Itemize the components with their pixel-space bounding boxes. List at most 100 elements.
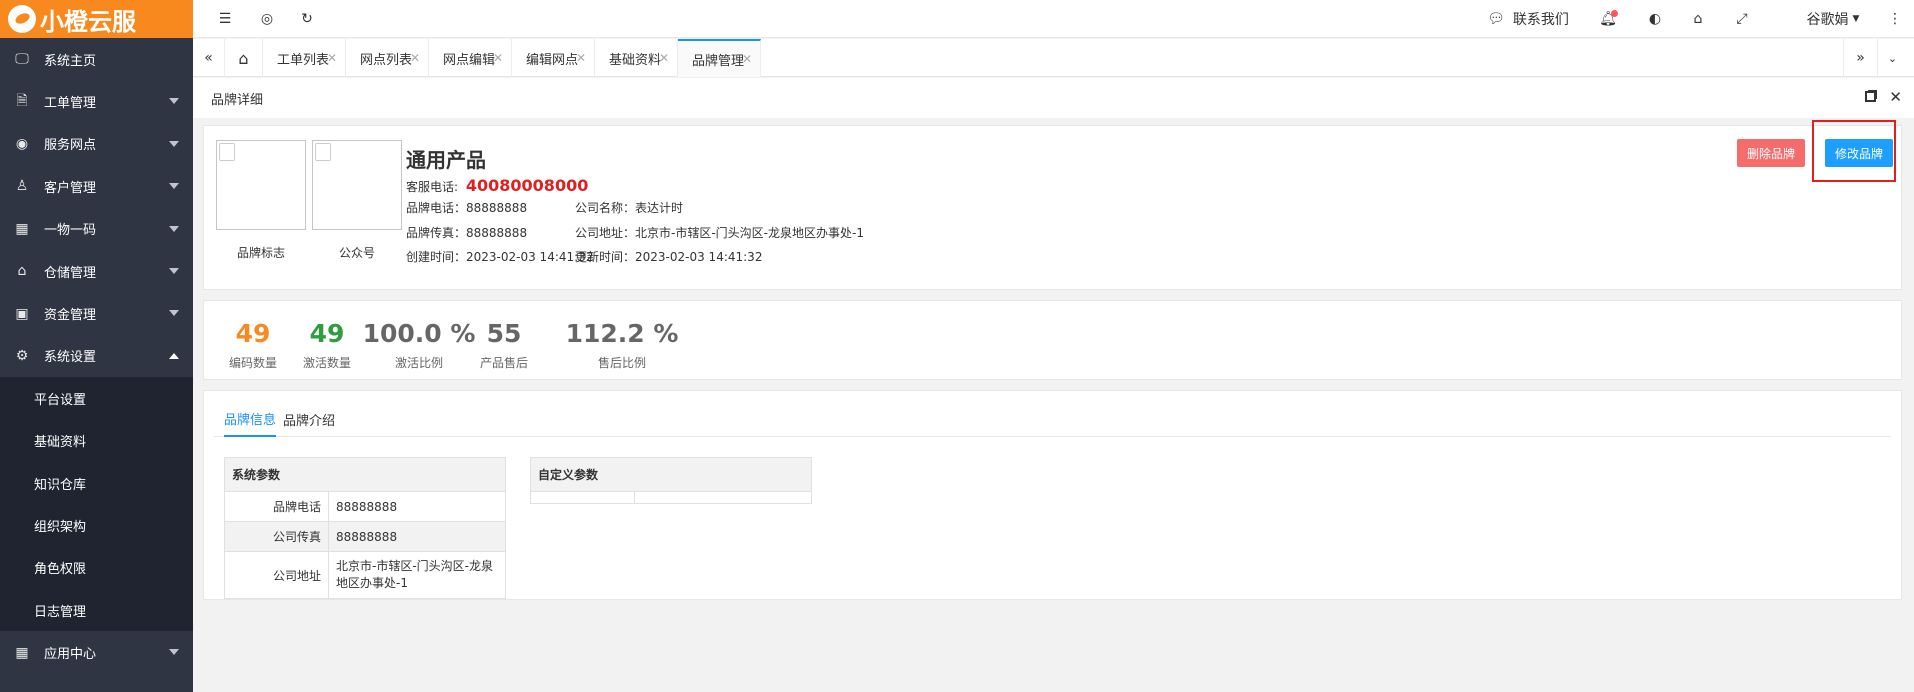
sidebar-subitem-1[interactable]: 基础资料 (0, 420, 193, 462)
sidebar-item-4[interactable]: ▦ 一物一码 (0, 208, 193, 250)
service-phone-label: 客服电话: (406, 180, 459, 194)
more-icon[interactable]: ⋮ (1887, 0, 1903, 38)
table-row: 品牌电话 88888888 (224, 491, 506, 522)
caret-down-icon: ▼ (1852, 14, 1860, 24)
notification-dot (1611, 10, 1618, 17)
stat-3: 55 产品售后 (460, 319, 548, 371)
brand-phone: 品牌电话：88888888 (406, 201, 528, 215)
detail-panel: 品牌信息 品牌介绍 系统参数 品牌电话 88888888 公司传真 888888… (203, 390, 1902, 600)
stat-value: 112.2 % (565, 319, 679, 348)
sidebar-item-label: 工单管理 (44, 96, 97, 112)
sidebar-item-3[interactable]: ♙ 客户管理 (0, 165, 193, 207)
user-name: 谷歌娟 (1806, 12, 1849, 28)
tab-4[interactable]: 基础资料 ✕ (595, 39, 678, 77)
close-tab-icon[interactable]: ✕ (742, 52, 752, 66)
sidebar-subitem-3[interactable]: 组织架构 (0, 504, 193, 546)
sidebar-subitem-5[interactable]: 日志管理 (0, 589, 193, 631)
close-tab-icon[interactable]: ✕ (493, 51, 503, 65)
brand-info-panel: 品牌标志 公众号 通用产品 客服电话: 40080008000 品牌电话：888… (203, 120, 1902, 290)
brand-name: 通用产品 (406, 148, 486, 172)
custom-params-table: 自定义参数 (530, 457, 812, 504)
globe-icon: ◉ (15, 135, 29, 152)
tab-label: 网点列表 (360, 52, 413, 68)
close-tab-icon[interactable]: ✕ (327, 51, 337, 65)
wechat-qr-label: 公众号 (338, 246, 375, 260)
system-params-table: 系统参数 品牌电话 88888888 公司传真 88888888 公司地址 北京… (224, 457, 506, 599)
close-tab-icon[interactable]: ✕ (576, 51, 586, 65)
sidebar-item-1[interactable]: 🗎 工单管理 (0, 80, 193, 122)
grid-icon: ▦ (15, 220, 29, 237)
sidebar-item-label: 客户管理 (44, 180, 97, 196)
contact-us-button[interactable]: 💬︎ 联系我们 (1483, 0, 1573, 38)
sidebar-item-0[interactable]: 🖵 系统主页 (0, 38, 193, 80)
caret-down-icon (169, 649, 179, 656)
highlight-box (1812, 120, 1896, 182)
close-page-icon[interactable]: ✕ (1889, 88, 1902, 106)
refresh-icon[interactable]: ↻ (295, 0, 319, 38)
param-value: 88888888 (328, 491, 506, 522)
caret-down-icon (169, 267, 179, 274)
sidebar-subitem-4[interactable]: 角色权限 (0, 547, 193, 589)
brand-logo-label: 品牌标志 (236, 246, 285, 260)
company-address: 公司地址：北京市-市辖区-门头沟区-龙泉地区办事处-1 (575, 226, 864, 240)
tab-label: 品牌管理 (692, 53, 745, 69)
sidebar-item-5[interactable]: ⌂ 仓储管理 (0, 250, 193, 292)
delete-brand-button[interactable]: 删除品牌 (1736, 139, 1805, 167)
contact-us-label: 联系我们 (1512, 12, 1569, 28)
created-time: 创建时间：2023-02-03 14:41:32 (406, 250, 594, 264)
tab-1[interactable]: 网点列表 ✕ (346, 39, 429, 77)
sidebar-menu: 🖵 系统主页 🗎 工单管理 ◉ 服务网点 ♙ 客户管理 ▦ 一物一码 ⌂ 仓储管理 ▣ 资金管理 ⚙ 系统设置… (0, 38, 193, 674)
stat-value: 55 (486, 319, 522, 348)
apps-icon: ▦ (15, 644, 29, 661)
service-phone-value: 40080008000 (465, 176, 589, 195)
user-menu[interactable]: 谷歌娟 ▼ (1803, 0, 1863, 38)
tab-5[interactable]: 品牌管理 ✕ (678, 39, 761, 77)
tab-brand-intro[interactable]: 品牌介绍 (283, 401, 335, 437)
home-tab-icon[interactable]: ⌂ (225, 39, 263, 77)
close-tab-icon[interactable]: ✕ (410, 51, 420, 65)
caret-down-icon (169, 310, 179, 317)
tab-2[interactable]: 网点编辑 ✕ (429, 39, 512, 77)
sidebar-item-label: 系统设置 (44, 350, 97, 366)
tab-brand-info[interactable]: 品牌信息 (224, 401, 277, 437)
tab-0[interactable]: 工单列表 ✕ (263, 39, 346, 77)
bell-icon[interactable]: 🔔︎ (1596, 0, 1620, 38)
tab-label: 工单列表 (277, 52, 330, 68)
sidebar-item-app-center[interactable]: ▦ 应用中心 (0, 631, 193, 673)
sidebar-subitem-2[interactable]: 知识仓库 (0, 462, 193, 504)
param-key: 公司传真 (224, 521, 329, 552)
sidebar-item-label: 服务网点 (44, 138, 97, 154)
sidebar-item-label: 资金管理 (44, 308, 97, 324)
sidebar: 小橙云服 🖵 系统主页 🗎 工单管理 ◉ 服务网点 ♙ 客户管理 ▦ 一物一码 ⌂ 仓储管理 ▣ 资金管理… (0, 0, 193, 692)
sidebar-item-6[interactable]: ▣ 资金管理 (0, 292, 193, 334)
stat-label: 产品售后 (479, 356, 528, 370)
sidebar-item-label: 一物一码 (44, 223, 97, 239)
param-value: 88888888 (328, 521, 506, 552)
custom-params-header: 自定义参数 (530, 457, 812, 492)
fullscreen-icon[interactable]: ⤢ (1730, 0, 1754, 38)
updated-time: 更新时间：2023-02-03 14:41:32 (575, 250, 763, 264)
tabs-scroll-left-icon[interactable]: « (193, 39, 225, 77)
chat-icon: 💬︎ (1487, 11, 1505, 27)
caret-down-icon (169, 98, 179, 105)
breadcrumb: 品牌详细 ✕ (193, 78, 1914, 118)
tabs-scroll-right-icon[interactable]: » (1843, 39, 1877, 77)
app-logo[interactable]: 小橙云服 (0, 0, 193, 38)
close-tab-icon[interactable]: ✕ (659, 51, 669, 65)
stat-4: 112.2 % 售后比例 (553, 319, 691, 371)
menu-toggle-icon[interactable]: ☰ (213, 0, 237, 38)
globe-icon[interactable]: ◎ (255, 0, 279, 38)
sidebar-item-label: 系统主页 (44, 53, 97, 69)
tabs-menu-icon[interactable]: ⌄ (1877, 39, 1907, 77)
system-params-header: 系统参数 (224, 457, 506, 492)
stat-label: 售后比例 (597, 356, 646, 370)
sidebar-item-2[interactable]: ◉ 服务网点 (0, 123, 193, 165)
tab-3[interactable]: 编辑网点 ✕ (512, 39, 595, 77)
sidebar-item-7[interactable]: ⚙ 系统设置 (0, 335, 193, 377)
restore-window-icon[interactable] (1865, 91, 1876, 102)
tag-icon[interactable]: ⌂ (1686, 0, 1710, 38)
sidebar-subitem-0[interactable]: 平台设置 (0, 377, 193, 419)
theme-icon[interactable]: ◐ (1643, 0, 1667, 38)
brand-logo-image (216, 140, 306, 230)
param-value: 北京市-市辖区-门头沟区-龙泉地区办事处-1 (328, 551, 506, 599)
